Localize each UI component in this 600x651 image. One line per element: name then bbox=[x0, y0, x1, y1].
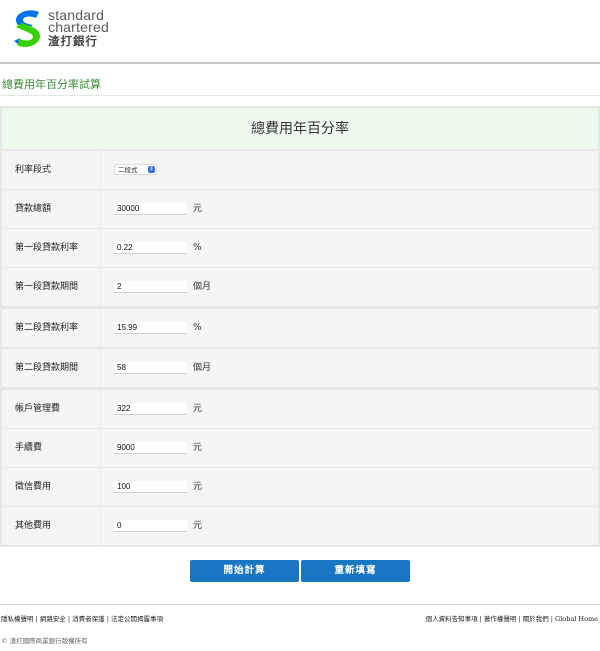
credit-check-fee-input[interactable]: 100 bbox=[114, 481, 187, 493]
first-period-label: 第一段貸款期間 bbox=[2, 268, 100, 306]
standard-chartered-logo-icon bbox=[14, 10, 40, 47]
header: standard chartered 渣打銀行 bbox=[0, 0, 600, 62]
rate-type-selected-value: 二段式 bbox=[118, 166, 138, 174]
rate-type-label: 利率段式 bbox=[2, 151, 100, 189]
select-arrows-icon: ⇕ bbox=[148, 166, 155, 173]
form-row-loan-amount: 貸款總額 30000 元 bbox=[2, 190, 598, 228]
loan-amount-label: 貸款總額 bbox=[2, 190, 100, 228]
calculate-button[interactable]: 開始計算 bbox=[190, 560, 299, 582]
reset-button[interactable]: 重新填寫 bbox=[301, 560, 410, 582]
form-row-credit-check-fee: 徵信費用 100 元 bbox=[2, 468, 598, 506]
bank-logo[interactable]: standard chartered 渣打銀行 bbox=[12, 7, 172, 55]
credit-check-fee-unit: 元 bbox=[193, 482, 203, 492]
other-fees-input[interactable]: 0 bbox=[114, 520, 187, 532]
form-row-first-rate: 第一段貸款利率 0.22 % bbox=[2, 229, 598, 267]
first-period-input[interactable]: 2 bbox=[114, 281, 187, 293]
copyright-notice: © 渣打國際商業銀行版權所有 bbox=[1, 637, 88, 645]
rate-type-select[interactable]: 二段式 ⇕ bbox=[114, 164, 157, 175]
second-rate-label: 第二段貸款利率 bbox=[2, 309, 100, 347]
form-row-second-period: 第二段貸款期間 58 個月 bbox=[2, 349, 598, 387]
other-fees-unit: 元 bbox=[193, 521, 203, 531]
footer-links-left[interactable]: 隱私權聲明 | 網路安全 | 消費者保護 | 法定公開揭露事項 bbox=[1, 613, 163, 623]
form-heading: 總費用年百分率 bbox=[2, 108, 598, 149]
account-fee-label: 帳戶管理費 bbox=[2, 390, 100, 428]
first-rate-unit: % bbox=[193, 243, 202, 253]
account-fee-unit: 元 bbox=[193, 404, 203, 414]
form-row-account-fee: 帳戶管理費 322 元 bbox=[2, 390, 598, 428]
second-period-unit: 個月 bbox=[193, 363, 212, 373]
logo-line-chinese: 渣打銀行 bbox=[48, 34, 98, 48]
header-divider bbox=[0, 62, 600, 64]
handling-fee-unit: 元 bbox=[193, 443, 203, 453]
first-rate-label: 第一段貸款利率 bbox=[2, 229, 100, 267]
second-rate-input[interactable]: 15.99 bbox=[114, 322, 187, 334]
rate-type-cell: 二段式 ⇕ bbox=[101, 151, 598, 189]
second-rate-unit: % bbox=[193, 323, 202, 333]
footer-divider bbox=[0, 604, 600, 605]
logo-text: standard chartered 渣打銀行 bbox=[48, 8, 109, 48]
account-fee-input[interactable]: 322 bbox=[114, 403, 187, 415]
title-divider bbox=[0, 95, 600, 96]
logo-line-chartered: chartered bbox=[48, 19, 109, 35]
form-row-rate-type: 利率段式 二段式 ⇕ bbox=[2, 151, 598, 189]
first-rate-input[interactable]: 0.22 bbox=[114, 242, 187, 254]
second-period-label: 第二段貸款期間 bbox=[2, 349, 100, 387]
footer-links-right[interactable]: 個人資料告知事項 | 著作權聲明 | 關於我們 | Global Home bbox=[426, 613, 598, 623]
other-fees-label: 其他費用 bbox=[2, 507, 100, 545]
handling-fee-label: 手續費 bbox=[2, 429, 100, 467]
first-period-unit: 個月 bbox=[193, 282, 212, 292]
credit-check-fee-label: 徵信費用 bbox=[2, 468, 100, 506]
form-row-first-period: 第一段貸款期間 2 個月 bbox=[2, 268, 598, 306]
loan-amount-input[interactable]: 30000 bbox=[114, 203, 187, 215]
loan-amount-unit: 元 bbox=[193, 204, 203, 214]
page-title: 總費用年百分率試算 bbox=[2, 78, 101, 91]
form-row-handling-fee: 手續費 9000 元 bbox=[2, 429, 598, 467]
second-period-input[interactable]: 58 bbox=[114, 362, 187, 374]
form-row-second-rate: 第二段貸款利率 15.99 % bbox=[2, 309, 598, 347]
form-row-other-fees: 其他費用 0 元 bbox=[2, 507, 598, 545]
handling-fee-input[interactable]: 9000 bbox=[114, 442, 187, 454]
